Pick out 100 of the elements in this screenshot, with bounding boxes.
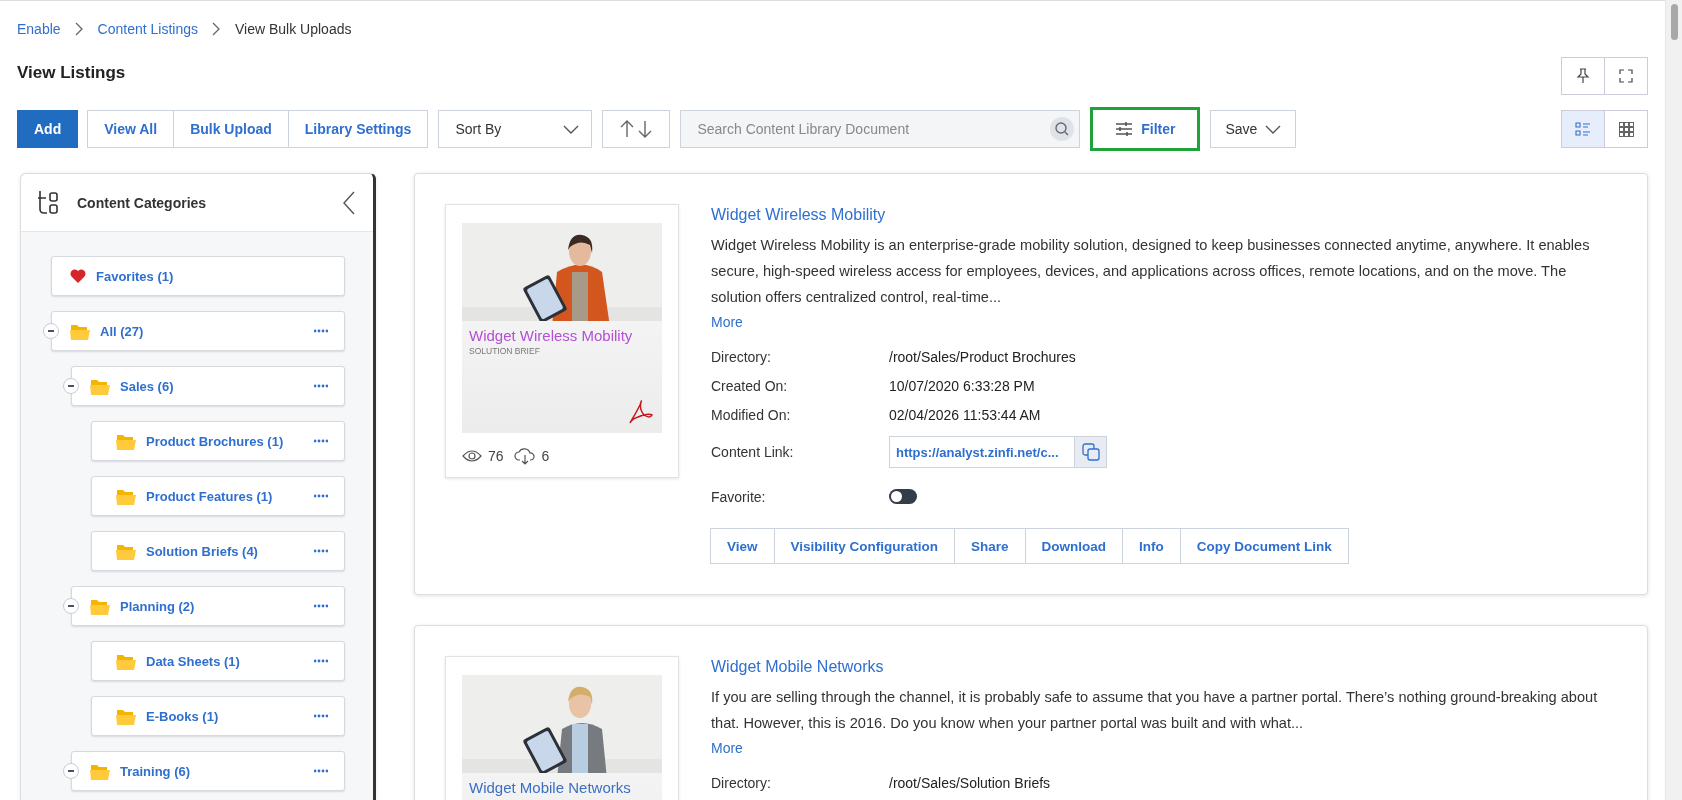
filter-button[interactable]: Filter: [1090, 107, 1201, 151]
more-icon[interactable]: [314, 659, 328, 663]
action-button[interactable]: Visibility Configuration: [773, 528, 956, 564]
logo-icon: [37, 189, 59, 216]
collapse-toggle[interactable]: [63, 763, 79, 779]
detail-value: /root/Sales/Solution Briefs: [889, 775, 1052, 791]
thumbnail-card[interactable]: Widget Mobile Networks: [445, 656, 679, 800]
toolbar-button[interactable]: View All: [87, 110, 175, 148]
breadcrumb-current: View Bulk Uploads: [235, 21, 352, 37]
fullscreen-icon: [1619, 69, 1633, 83]
folder-icon: [116, 432, 136, 450]
cover-title: Widget Wireless Mobility: [468, 326, 634, 346]
more-icon[interactable]: [314, 329, 328, 333]
pin-button[interactable]: [1561, 57, 1605, 95]
fullscreen-button[interactable]: [1604, 57, 1648, 95]
collapse-panel-icon[interactable]: [343, 190, 355, 215]
more-icon[interactable]: [314, 384, 328, 388]
folder-icon: [90, 597, 110, 615]
breadcrumb-link[interactable]: Enable: [17, 21, 61, 37]
detail-value: /root/Sales/Product Brochures: [889, 349, 1077, 365]
download-count: 6: [541, 448, 550, 464]
minus-icon: [67, 767, 75, 775]
list-icon: [1575, 122, 1591, 136]
listing-description: Widget Wireless Mobility is an enterprise-grade mobility solution, designed to keep businesses connected anytime, anywhere. It enables secure, high-speed wireless access for employees, devices, and applications across offices, remote locations, and on the move. The solution offers centralized control, real-time...: [711, 236, 1591, 307]
detail-label: Created On:: [711, 378, 789, 394]
more-link[interactable]: More: [711, 740, 743, 756]
toolbar-button[interactable]: Bulk Upload: [173, 110, 289, 148]
category-item[interactable]: Training (6): [71, 751, 345, 791]
category-item[interactable]: Planning (2): [71, 586, 345, 626]
folder-icon: [90, 762, 110, 780]
chevron-icon: [212, 22, 221, 36]
search-field[interactable]: Search Content Library Document: [680, 110, 1081, 148]
detail-value: 02/04/2026 11:53:44 AM: [889, 407, 1042, 423]
more-icon[interactable]: [314, 494, 328, 498]
sort-order-button[interactable]: [602, 110, 671, 148]
category-item[interactable]: Product Features (1): [91, 476, 345, 516]
favorite-switch[interactable]: [889, 489, 917, 504]
more-icon[interactable]: [314, 604, 328, 608]
toolbar-button[interactable]: Library Settings: [287, 110, 429, 148]
more-icon[interactable]: [314, 439, 328, 443]
scrollbar[interactable]: [1665, 0, 1682, 800]
add-button[interactable]: Add: [17, 110, 79, 148]
action-button[interactable]: View: [710, 528, 775, 564]
copy-icon: [1081, 443, 1100, 461]
collapse-toggle[interactable]: [63, 378, 79, 394]
action-button[interactable]: Info: [1122, 528, 1181, 564]
listing-title[interactable]: Widget Mobile Networks: [711, 658, 884, 676]
more-icon[interactable]: [314, 714, 328, 718]
content-link-field[interactable]: https://analyst.zinfi.net/c...: [889, 436, 1107, 468]
page-title: View Listings: [17, 63, 126, 83]
folder-icon: [70, 322, 90, 340]
category-item[interactable]: Data Sheets (1): [91, 641, 345, 681]
folder-icon: [116, 707, 136, 725]
favorites-item[interactable]: Favorites (1): [51, 256, 345, 296]
detail-label: Directory:: [711, 349, 772, 365]
collapse-toggle[interactable]: [63, 598, 79, 614]
detail-label: Directory:: [711, 775, 772, 791]
grid-icon: [1618, 121, 1634, 137]
thumbnail-card[interactable]: Widget Wireless Mobility SOLUTION BRIEF 76 6: [445, 204, 679, 478]
detail-value: 10/07/2020 6:33:28 PM: [889, 378, 1036, 394]
heart-icon: [70, 269, 86, 283]
search-icon[interactable]: [1050, 117, 1075, 141]
view-count: 76: [488, 448, 504, 464]
grid-view-button[interactable]: [1604, 110, 1648, 148]
minus-icon: [67, 602, 75, 610]
chevron-icon: [74, 22, 84, 36]
action-button[interactable]: Download: [1024, 528, 1124, 564]
category-item[interactable]: E-Books (1): [91, 696, 345, 736]
more-link[interactable]: More: [711, 314, 743, 330]
listing-title[interactable]: Widget Wireless Mobility: [711, 206, 886, 224]
up-down-arrows-icon: [619, 120, 654, 138]
collapse-toggle[interactable]: [43, 323, 59, 339]
sort-select[interactable]: Sort By: [438, 110, 593, 148]
panel-title: Content Categories: [77, 194, 208, 211]
folder-icon: [116, 487, 136, 505]
breadcrumb-link[interactable]: Content Listings: [97, 21, 198, 37]
cloud-download-icon: [513, 447, 536, 465]
more-icon[interactable]: [314, 549, 328, 553]
sliders-icon: [1115, 121, 1134, 137]
detail-label: Content Link:: [711, 444, 795, 460]
caret-icon: [1265, 124, 1282, 134]
action-button[interactable]: Copy Document Link: [1179, 528, 1349, 564]
pdf-icon: [628, 399, 654, 425]
minus-icon: [47, 327, 55, 335]
eye-icon: [462, 449, 482, 463]
folder-icon: [116, 542, 136, 560]
folder-icon: [90, 377, 110, 395]
copy-button[interactable]: [1074, 437, 1106, 467]
category-item[interactable]: Solution Briefs (4): [91, 531, 345, 571]
category-item[interactable]: Product Brochures (1): [91, 421, 345, 461]
detail-label: Favorite:: [711, 488, 767, 505]
action-button[interactable]: Share: [954, 528, 1026, 564]
save-button[interactable]: Save: [1210, 110, 1297, 148]
folder-icon: [116, 652, 136, 670]
listing-description: If you are selling through the channel, it is probably safe to assume that you have a partner portal. There’s nothing ground-breaking about that. However, this is 2016. Do you know when your partner portal was built and with what...: [711, 688, 1599, 733]
category-item[interactable]: All (27): [51, 311, 345, 351]
more-icon[interactable]: [314, 769, 328, 773]
category-item[interactable]: Sales (6): [71, 366, 345, 406]
cover-subtitle: SOLUTION BRIEF: [468, 346, 541, 356]
detail-label: Modified On:: [711, 407, 792, 423]
